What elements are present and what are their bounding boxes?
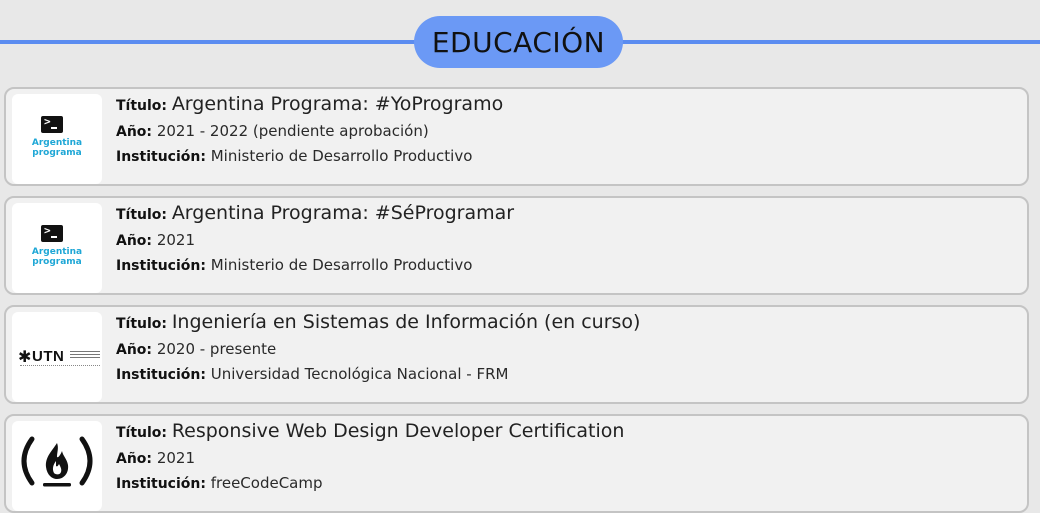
year-label: Año:: [116, 124, 153, 140]
freecodecamp-logo: [12, 421, 102, 511]
education-card: ✱ UTN Título: Ingeniería en Sistemas de …: [4, 305, 1029, 404]
institution-value: Universidad Tecnológica Nacional - FRM: [210, 365, 509, 383]
logo-text: Argentina: [31, 247, 83, 257]
year-value: 2020 - presente: [156, 340, 277, 358]
institution-label: Institución:: [116, 367, 206, 383]
education-info: Título: Argentina Programa: #SéProgramar…: [116, 200, 1017, 278]
title-label: Título:: [116, 425, 168, 441]
institution-value: Ministerio de Desarrollo Productivo: [210, 256, 473, 274]
title-row: Título: Ingeniería en Sistemas de Inform…: [116, 309, 1017, 337]
year-row: Año: 2021: [116, 228, 1017, 253]
year-value: 2021: [156, 231, 195, 249]
year-row: Año: 2021 - 2022 (pendiente aprobación): [116, 119, 1017, 144]
title-value: Argentina Programa: #YoProgramo: [171, 93, 504, 115]
education-card: Título: Responsive Web Design Developer …: [4, 414, 1029, 513]
freecodecamp-icon: [21, 436, 93, 487]
utn-logo-text: UTN: [32, 348, 65, 365]
utn-emblem-icon: ✱: [18, 347, 32, 366]
utn-tagline: [20, 365, 100, 368]
utn-logo: ✱ UTN: [12, 312, 102, 402]
section-title: EDUCACIÓN: [414, 16, 623, 68]
education-info: Título: Responsive Web Design Developer …: [116, 418, 1017, 496]
title-row: Título: Argentina Programa: #SéProgramar: [116, 200, 1017, 228]
year-row: Año: 2021: [116, 446, 1017, 471]
institution-row: Institución: freeCodeCamp: [116, 471, 1017, 496]
argentina-programa-logo: > Argentina programa: [12, 94, 102, 184]
institution-value: freeCodeCamp: [210, 474, 323, 492]
year-value: 2021 - 2022 (pendiente aprobación): [156, 122, 429, 140]
education-info: Título: Ingeniería en Sistemas de Inform…: [116, 309, 1017, 387]
education-card: > Argentina programa Título: Argentina P…: [4, 196, 1029, 295]
year-label: Año:: [116, 451, 153, 467]
title-value: Argentina Programa: #SéProgramar: [171, 202, 515, 224]
logo-text: programa: [32, 148, 82, 158]
title-row: Título: Argentina Programa: #YoProgramo: [116, 91, 1017, 119]
utn-subtitle-lines: [70, 350, 100, 358]
institution-label: Institución:: [116, 149, 206, 165]
education-card: > Argentina programa Título: Argentina P…: [4, 87, 1029, 186]
logo-text: Argentina: [31, 138, 83, 148]
year-row: Año: 2020 - presente: [116, 337, 1017, 362]
year-label: Año:: [116, 233, 153, 249]
title-value: Ingeniería en Sistemas de Información (e…: [171, 311, 641, 333]
argentina-programa-logo: > Argentina programa: [12, 203, 102, 293]
year-label: Año:: [116, 342, 153, 358]
terminal-icon: >: [41, 224, 63, 242]
title-value: Responsive Web Design Developer Certific…: [171, 420, 625, 442]
institution-label: Institución:: [116, 476, 206, 492]
education-info: Título: Argentina Programa: #YoProgramo …: [116, 91, 1017, 169]
institution-row: Institución: Ministerio de Desarrollo Pr…: [116, 253, 1017, 278]
title-label: Título:: [116, 98, 168, 114]
title-label: Título:: [116, 207, 168, 223]
institution-label: Institución:: [116, 258, 206, 274]
section-header: EDUCACIÓN: [0, 16, 1040, 68]
logo-text: programa: [32, 257, 82, 267]
title-row: Título: Responsive Web Design Developer …: [116, 418, 1017, 446]
institution-row: Institución: Ministerio de Desarrollo Pr…: [116, 144, 1017, 169]
institution-value: Ministerio de Desarrollo Productivo: [210, 147, 473, 165]
year-value: 2021: [156, 449, 195, 467]
terminal-icon: >: [41, 115, 63, 133]
title-label: Título:: [116, 316, 168, 332]
institution-row: Institución: Universidad Tecnológica Nac…: [116, 362, 1017, 387]
